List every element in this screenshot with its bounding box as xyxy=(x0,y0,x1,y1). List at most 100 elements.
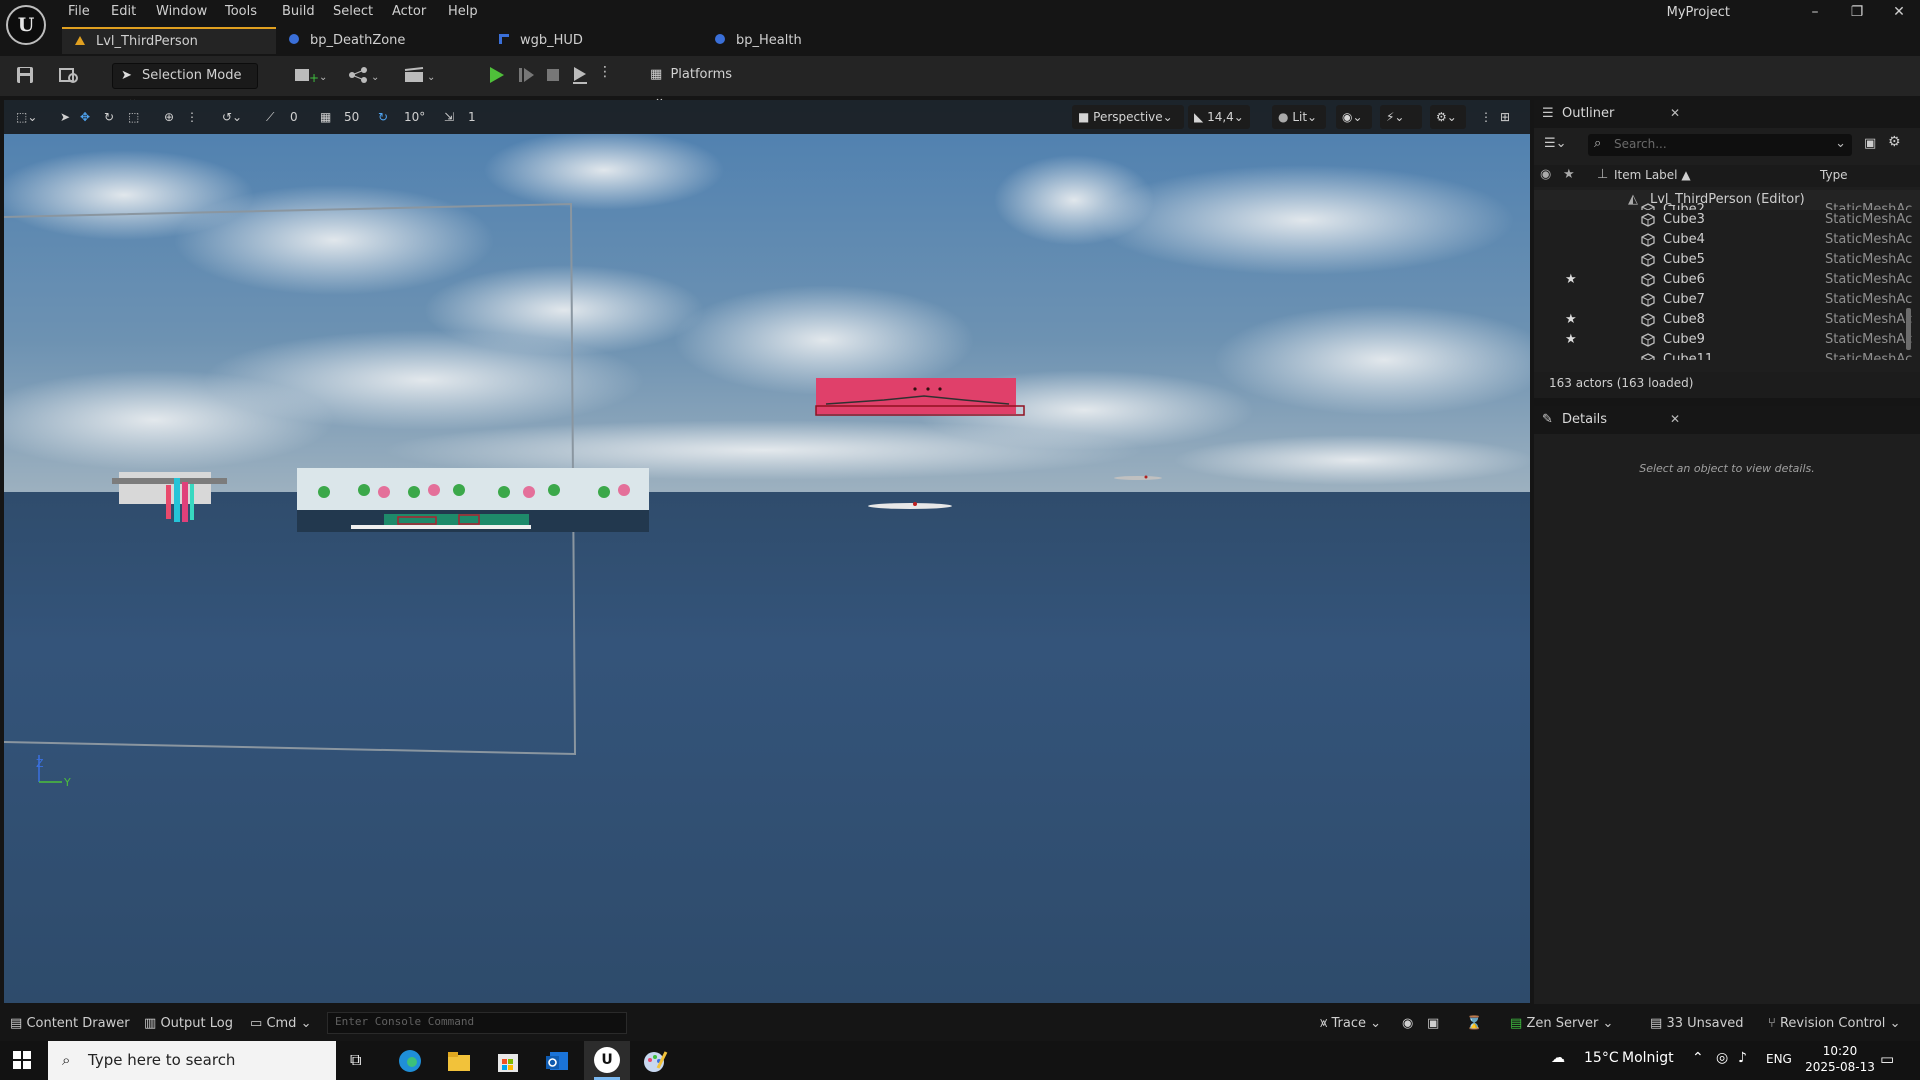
grid-snap-icon[interactable]: ▦ xyxy=(320,107,331,127)
world-local-icon[interactable]: ⊕ xyxy=(164,107,174,127)
visibility-eye-icon[interactable]: ◉ xyxy=(1540,167,1551,182)
weather-temp[interactable]: 15°C xyxy=(1584,1050,1619,1066)
unreal-logo-icon[interactable]: U xyxy=(6,5,46,45)
layout-icon[interactable]: ⊞ xyxy=(1500,107,1510,127)
perspective-dropdown[interactable]: ■ Perspective⌄ xyxy=(1072,105,1184,129)
zen-server-button[interactable]: ▤ Zen Server ⌄ xyxy=(1510,1015,1613,1033)
weather-description[interactable]: Molnigt xyxy=(1622,1050,1674,1066)
stop-icon[interactable] xyxy=(541,64,565,88)
angle-snap-icon[interactable]: ↻ xyxy=(378,107,388,127)
console-command-input[interactable]: Enter Console Command xyxy=(327,1012,627,1034)
close-icon[interactable]: ✕ xyxy=(1670,106,1680,120)
select-icon[interactable]: ➤ xyxy=(60,107,70,127)
revision-control-button[interactable]: ⑂ Revision Control ⌄ xyxy=(1768,1015,1900,1033)
outliner-row[interactable]: ★ Cube6 StaticMeshAc xyxy=(1534,270,1920,290)
windows-start-icon[interactable] xyxy=(12,1050,36,1072)
scale-snap-icon[interactable]: ⇲ xyxy=(444,107,454,127)
more-icon[interactable]: ⋮ xyxy=(186,107,198,127)
file-explorer-icon[interactable] xyxy=(446,1048,472,1078)
performance-dropdown[interactable]: ⚡⌄ xyxy=(1380,105,1422,129)
more-options-icon[interactable]: ⋮ xyxy=(1480,107,1492,127)
lit-dropdown[interactable]: ● Lit⌄ xyxy=(1272,105,1326,129)
browse-icon[interactable] xyxy=(58,66,80,86)
add-actor-icon[interactable]: + ⌄ xyxy=(292,66,328,86)
menu-window[interactable]: Window xyxy=(156,0,207,24)
outliner-row[interactable]: ★ Cube8 StaticMeshAc xyxy=(1534,310,1920,330)
menu-help[interactable]: Help xyxy=(448,0,478,24)
rotate-icon[interactable]: ↻ xyxy=(104,107,114,127)
network-icon[interactable]: ◎ xyxy=(1716,1050,1728,1066)
notifications-icon[interactable]: ▭ xyxy=(1880,1050,1894,1068)
minimize-button[interactable]: – xyxy=(1794,0,1836,24)
task-view-icon[interactable]: ⧉ xyxy=(350,1050,374,1072)
outlook-icon[interactable] xyxy=(544,1048,570,1078)
unsaved-button[interactable]: ▤ 33 Unsaved xyxy=(1650,1015,1744,1033)
screenshot-icon[interactable]: ▣ xyxy=(1427,1015,1439,1033)
transform-mode-icon[interactable]: ⬚⌄ xyxy=(16,107,37,127)
cmd-dropdown[interactable]: ▭ Cmd ⌄ xyxy=(250,1015,311,1033)
cinematics-icon[interactable]: ⌄ xyxy=(402,66,438,86)
pin-icon[interactable]: ⊥ xyxy=(1597,167,1608,182)
restore-button[interactable]: ❐ xyxy=(1836,0,1878,24)
outliner-row[interactable]: ★ Cube9 StaticMeshAc xyxy=(1534,330,1920,350)
microsoft-store-icon[interactable] xyxy=(495,1048,521,1078)
menu-tools[interactable]: Tools xyxy=(225,0,257,24)
clock[interactable]: 10:20 2025-08-13 xyxy=(1802,1043,1878,1075)
step-icon[interactable] xyxy=(514,64,538,88)
angle-snap-value[interactable]: 10° xyxy=(404,107,425,127)
scale-snap-value[interactable]: 1 xyxy=(468,107,476,127)
menu-edit[interactable]: Edit xyxy=(111,0,136,24)
tab-bp-health[interactable]: bp_Health xyxy=(702,27,902,54)
record-icon[interactable]: ◉ xyxy=(1402,1015,1413,1033)
close-icon[interactable]: ✕ xyxy=(1670,412,1680,426)
show-dropdown[interactable]: ◉⌄ xyxy=(1336,105,1372,129)
edge-browser-icon[interactable] xyxy=(397,1048,423,1078)
paint-app-icon[interactable] xyxy=(642,1048,668,1078)
platforms-button[interactable]: ▦ Platforms ⌄ xyxy=(642,63,752,106)
camera-speed-dropdown[interactable]: ◣ 14,4⌄ xyxy=(1188,105,1250,129)
favorite-star-icon[interactable]: ★ xyxy=(1565,270,1577,290)
outliner-row[interactable]: Cube2 StaticMeshAc xyxy=(1534,200,1920,210)
rotation-snap-icon[interactable]: ⟋ xyxy=(266,107,274,127)
blueprint-tools-icon[interactable]: ⌄ xyxy=(346,66,382,86)
rotation-snap-value[interactable]: 0 xyxy=(290,107,298,127)
eject-icon[interactable] xyxy=(568,64,592,88)
outliner-row[interactable]: Cube5 StaticMeshAc xyxy=(1534,250,1920,270)
outliner-row[interactable]: Cube7 StaticMeshAc xyxy=(1534,290,1920,310)
taskbar-search-input[interactable]: ⌕ Type here to search xyxy=(48,1041,336,1080)
surface-snap-icon[interactable]: ↺⌄ xyxy=(222,107,242,127)
play-options-icon[interactable]: ⋮ xyxy=(598,64,612,88)
menu-file[interactable]: File xyxy=(68,0,90,24)
menu-build[interactable]: Build xyxy=(282,0,315,24)
settings-gear-icon[interactable]: ⚙ xyxy=(1888,134,1901,150)
level-viewport[interactable] xyxy=(4,100,1530,1003)
star-icon[interactable]: ★ xyxy=(1563,167,1575,182)
content-drawer-button[interactable]: ▤ Content Drawer xyxy=(10,1015,130,1033)
favorite-star-icon[interactable]: ★ xyxy=(1565,310,1577,330)
volume-icon[interactable]: ♪ xyxy=(1738,1050,1747,1066)
settings-dropdown[interactable]: ⚙⌄ xyxy=(1430,105,1466,129)
selection-mode-button[interactable]: ➤ Selection Mode ⌄ xyxy=(112,63,258,107)
menu-select[interactable]: Select xyxy=(333,0,373,24)
scale-icon[interactable]: ⬚ xyxy=(128,107,139,127)
close-button[interactable]: ✕ xyxy=(1878,0,1920,24)
play-icon[interactable] xyxy=(484,64,508,88)
favorite-star-icon[interactable]: ★ xyxy=(1565,330,1577,350)
tab-lvl-thirdperson[interactable]: Lvl_ThirdPerson xyxy=(62,27,276,54)
outliner-scrollbar[interactable] xyxy=(1906,308,1911,350)
type-column[interactable]: Type xyxy=(1820,168,1848,182)
menu-actor[interactable]: Actor xyxy=(392,0,426,24)
tab-wgb-hud[interactable]: wgb_HUD xyxy=(486,27,702,54)
translate-icon[interactable]: ✥ xyxy=(80,107,90,127)
outliner-row[interactable]: Cube4 StaticMeshAc xyxy=(1534,230,1920,250)
add-folder-icon[interactable]: ▣ xyxy=(1864,136,1876,151)
weather-icon[interactable]: ☁ xyxy=(1551,1050,1565,1066)
unreal-engine-taskbar-button[interactable]: U xyxy=(584,1041,630,1080)
filter-icon[interactable]: ☰⌄ xyxy=(1544,136,1572,154)
save-icon[interactable] xyxy=(14,66,36,86)
output-log-button[interactable]: ▥ Output Log xyxy=(144,1015,233,1033)
item-label-column[interactable]: Item Label ▲ xyxy=(1614,168,1691,182)
grid-snap-value[interactable]: 50 xyxy=(344,107,359,127)
hourglass-icon[interactable]: ⌛ xyxy=(1466,1015,1482,1033)
trace-dropdown[interactable]: ⩙ Trace ⌄ xyxy=(1320,1015,1381,1033)
